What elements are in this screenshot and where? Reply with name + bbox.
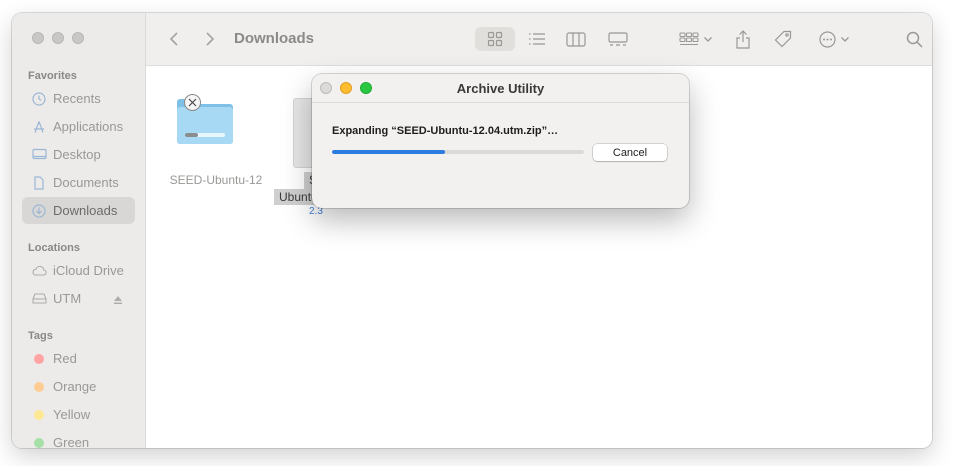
dialog-title: Archive Utility bbox=[456, 81, 545, 96]
share-button[interactable] bbox=[731, 27, 755, 51]
sidebar-item-recents[interactable]: Recents bbox=[22, 85, 135, 112]
cloud-icon bbox=[31, 263, 47, 279]
icon-view-button[interactable] bbox=[475, 27, 515, 51]
gallery-view-button[interactable] bbox=[605, 27, 631, 51]
sidebar-item-label: Green bbox=[53, 435, 90, 448]
file-item-folder[interactable]: SEED-Ubuntu-12 bbox=[156, 82, 276, 187]
chevron-down-icon bbox=[840, 37, 849, 42]
file-name: SEED-Ubuntu-12 bbox=[169, 173, 263, 187]
grid-icon bbox=[487, 31, 503, 47]
search-icon bbox=[906, 31, 923, 48]
window-title: Downloads bbox=[234, 30, 315, 47]
sidebar-item-icloud-drive[interactable]: iCloud Drive bbox=[22, 257, 135, 284]
tag-color-dot bbox=[31, 435, 47, 449]
sidebar-item-desktop[interactable]: Desktop bbox=[22, 141, 135, 168]
back-button[interactable] bbox=[164, 27, 184, 51]
sidebar-item-applications[interactable]: Applications bbox=[22, 113, 135, 140]
sidebar: Favorites Recents Applications Desktop D… bbox=[12, 13, 146, 448]
search-button[interactable] bbox=[902, 27, 926, 51]
sidebar-item-label: Recents bbox=[53, 91, 101, 106]
tag-color-dot bbox=[31, 407, 47, 423]
chevron-down-icon bbox=[704, 37, 712, 42]
cancel-extract-button[interactable] bbox=[184, 94, 201, 111]
close-icon bbox=[188, 98, 197, 107]
more-actions-button[interactable] bbox=[814, 27, 854, 51]
sidebar-item-documents[interactable]: Documents bbox=[22, 169, 135, 196]
cancel-button[interactable]: Cancel bbox=[593, 144, 667, 161]
tags-section-title: Tags bbox=[28, 330, 53, 342]
zoom-window-button[interactable] bbox=[72, 32, 84, 44]
progress-bar bbox=[332, 150, 584, 154]
forward-button[interactable] bbox=[200, 27, 220, 51]
sidebar-item-label: UTM bbox=[53, 291, 82, 306]
toolbar: Downloads bbox=[146, 13, 932, 66]
applications-icon bbox=[31, 119, 47, 135]
chevron-right-icon bbox=[206, 32, 215, 46]
window-controls bbox=[32, 32, 84, 44]
list-icon bbox=[529, 33, 545, 45]
sidebar-item-label: Yellow bbox=[53, 407, 91, 422]
list-view-button[interactable] bbox=[524, 27, 550, 51]
tag-color-dot bbox=[31, 379, 47, 395]
group-by-button[interactable] bbox=[676, 27, 716, 51]
sidebar-item-label: Applications bbox=[53, 119, 124, 134]
eject-icon[interactable] bbox=[113, 292, 123, 310]
sidebar-item-downloads[interactable]: Downloads bbox=[22, 197, 135, 224]
sidebar-item-utm[interactable]: UTM bbox=[22, 285, 135, 312]
sidebar-item-label: Desktop bbox=[53, 147, 101, 162]
columns-icon bbox=[566, 31, 586, 47]
sidebar-item-label: Downloads bbox=[53, 203, 118, 218]
ellipsis-circle-icon bbox=[818, 30, 836, 48]
favorites-section-title: Favorites bbox=[28, 70, 77, 82]
tag-button[interactable] bbox=[771, 27, 795, 51]
close-window-button[interactable] bbox=[32, 32, 44, 44]
document-icon bbox=[31, 175, 47, 191]
group-icon bbox=[679, 31, 699, 45]
gallery-icon bbox=[608, 31, 628, 46]
locations-section-title: Locations bbox=[28, 242, 80, 254]
progress-bar-fill bbox=[332, 150, 446, 154]
sidebar-item-label: iCloud Drive bbox=[53, 263, 124, 278]
archive-utility-dialog: Archive Utility Expanding “SEED-Ubuntu-1… bbox=[312, 74, 689, 208]
minimize-window-button[interactable] bbox=[52, 32, 64, 44]
sidebar-item-tag-orange[interactable]: Orange bbox=[22, 373, 135, 400]
progress-message: Expanding “SEED-Ubuntu-12.04.utm.zip”… bbox=[332, 125, 559, 137]
download-icon bbox=[31, 203, 47, 219]
clock-icon bbox=[31, 91, 47, 107]
drive-icon bbox=[31, 291, 47, 307]
tag-color-dot bbox=[31, 351, 47, 367]
sidebar-item-label: Red bbox=[53, 351, 77, 366]
sidebar-item-label: Documents bbox=[53, 175, 119, 190]
tag-icon bbox=[774, 30, 792, 48]
dialog-divider bbox=[312, 102, 689, 103]
share-icon bbox=[736, 29, 750, 49]
chevron-left-icon bbox=[169, 32, 178, 46]
desktop-icon bbox=[31, 147, 47, 163]
sidebar-item-label: Orange bbox=[53, 379, 97, 394]
sidebar-item-tag-red[interactable]: Red bbox=[22, 345, 135, 372]
sidebar-item-tag-yellow[interactable]: Yellow bbox=[22, 401, 135, 428]
column-view-button[interactable] bbox=[563, 27, 589, 51]
sidebar-item-tag-green[interactable]: Green bbox=[22, 429, 135, 448]
